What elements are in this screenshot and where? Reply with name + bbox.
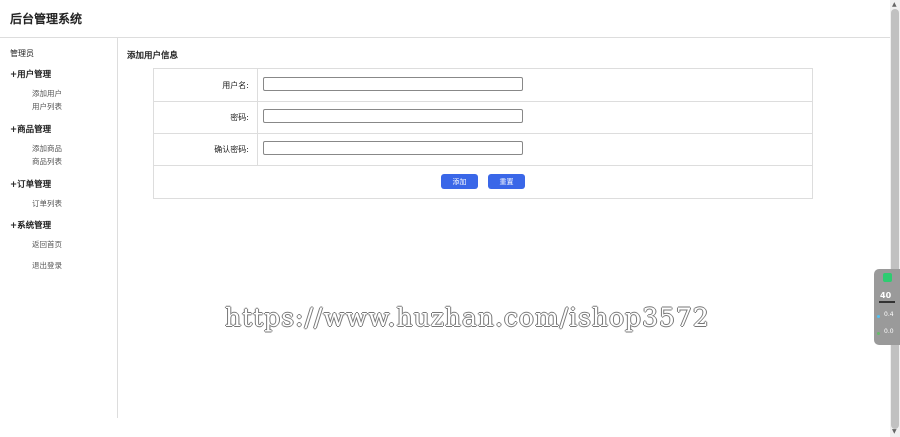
main-content: 添加用户信息 用户名: 密码: 确认密码: 添加 重置 xyxy=(117,38,890,418)
menu-item-product-list[interactable]: 商品列表 xyxy=(32,156,62,167)
shield-icon xyxy=(883,273,892,282)
app-title: 后台管理系统 xyxy=(10,12,83,26)
menu-item-logout[interactable]: 退出登录 xyxy=(32,260,62,271)
widget-bar xyxy=(879,301,895,303)
header: 后台管理系统 xyxy=(0,0,890,38)
label-cell: 密码: xyxy=(154,101,258,133)
upload-rate: 0.4 xyxy=(884,311,894,318)
menu-item-add-product[interactable]: 添加商品 xyxy=(32,143,62,154)
password-input[interactable] xyxy=(263,109,523,123)
menu-item-order-list[interactable]: 订单列表 xyxy=(32,198,62,209)
label-cell: 用户名: xyxy=(154,69,258,101)
scroll-thumb[interactable] xyxy=(891,9,899,429)
watermark: https://www.huzhan.com/ishop3572 xyxy=(225,303,710,332)
form-row-confirm-password: 确认密码: xyxy=(154,133,812,166)
username-input[interactable] xyxy=(263,77,523,91)
menu-group-system[interactable]: +系统管理 xyxy=(10,219,51,231)
confirm-password-input[interactable] xyxy=(263,141,523,155)
scroll-up-icon[interactable]: ▲ xyxy=(892,1,897,8)
download-dot-icon xyxy=(877,332,880,335)
network-monitor-widget[interactable]: 40 0.4 0.0 xyxy=(874,269,900,345)
label-cell: 确认密码: xyxy=(154,133,258,165)
form-row-username: 用户名: xyxy=(154,69,812,102)
widget-value: 40 xyxy=(880,291,892,300)
menu-group-products[interactable]: +商品管理 xyxy=(10,123,51,135)
form-actions: 添加 重置 xyxy=(154,166,812,198)
menu-item-user-list[interactable]: 用户列表 xyxy=(32,101,62,112)
section-title: 添加用户信息 xyxy=(127,51,179,61)
confirm-password-label: 确认密码: xyxy=(214,145,249,154)
upload-dot-icon xyxy=(877,315,880,318)
menu-group-orders[interactable]: +订单管理 xyxy=(10,178,51,190)
reset-button[interactable]: 重置 xyxy=(488,174,525,189)
username-label: 用户名: xyxy=(222,81,249,90)
scroll-down-icon[interactable]: ▼ xyxy=(892,428,897,435)
form-row-password: 密码: xyxy=(154,101,812,134)
menu-item-home[interactable]: 返回首页 xyxy=(32,239,62,250)
vertical-scrollbar[interactable]: ▲ ▼ xyxy=(890,0,900,437)
menu-group-users[interactable]: +用户管理 xyxy=(10,68,51,80)
add-button[interactable]: 添加 xyxy=(441,174,478,189)
sidebar: 管理员 +用户管理 添加用户 用户列表 +商品管理 添加商品 商品列表 +订单管… xyxy=(0,38,118,418)
menu-item-add-user[interactable]: 添加用户 xyxy=(32,88,62,99)
password-label: 密码: xyxy=(230,113,249,122)
add-user-form: 用户名: 密码: 确认密码: 添加 重置 xyxy=(153,68,813,199)
download-rate: 0.0 xyxy=(884,328,894,335)
user-role: 管理员 xyxy=(10,49,34,58)
